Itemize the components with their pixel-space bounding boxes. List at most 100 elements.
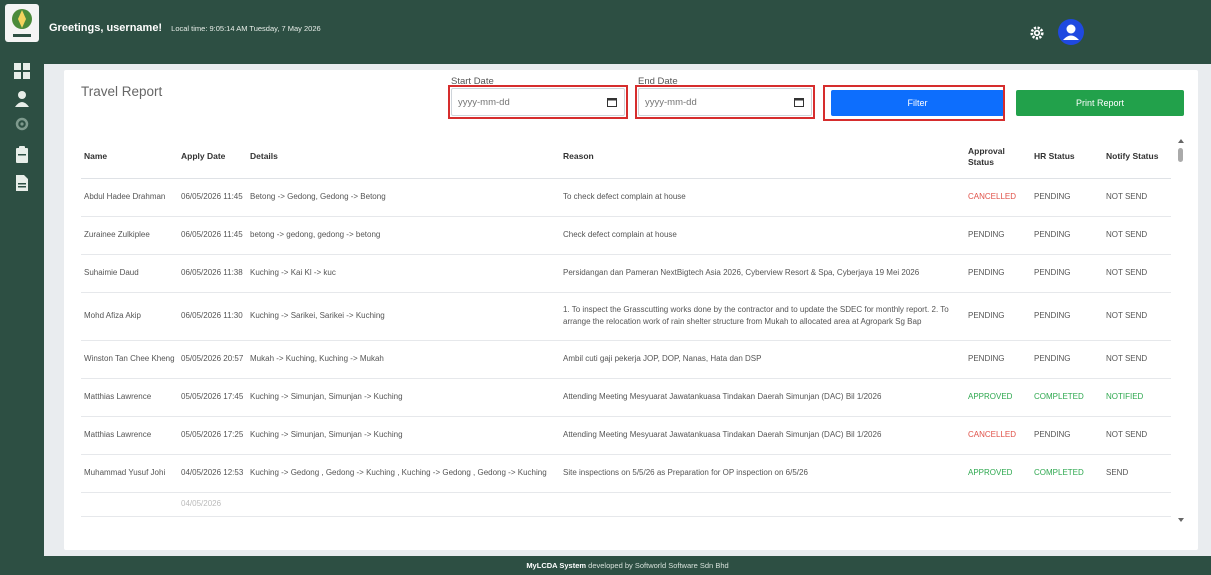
cell-name: Abdul Hadee Drahman [81, 178, 178, 217]
user-icon[interactable] [13, 90, 31, 108]
document-icon[interactable] [13, 174, 31, 192]
cell-hr-status: PENDING [1031, 216, 1103, 255]
sidebar [0, 0, 44, 575]
page-title: Travel Report [81, 84, 163, 99]
start-date-input[interactable] [458, 89, 598, 115]
cell-hr-status: COMPLETED [1031, 454, 1103, 493]
table-row[interactable]: Matthias Lawrence 05/05/2026 17:25 Kuchi… [81, 416, 1171, 455]
cell-notify-status: NOT SEND [1103, 340, 1171, 379]
cell-notify-status: NOT SEND [1103, 254, 1171, 293]
col-name[interactable]: Name [81, 136, 178, 179]
cell-name: Matthias Lawrence [81, 378, 178, 417]
cell-details: Betong -> Gedong, Gedong -> Betong [247, 178, 560, 217]
cell-name: Suhaimie Daud [81, 254, 178, 293]
cell-notify-status: NOT SEND [1103, 416, 1171, 455]
cell-hr-status: PENDING [1031, 292, 1103, 341]
cell-approval-status: CANCELLED [965, 178, 1031, 217]
cell-hr-status: PENDING [1031, 416, 1103, 455]
cell-name: Muhammad Yusuf Johi [81, 454, 178, 493]
col-notify-status[interactable]: Notify Status [1103, 136, 1171, 179]
cell-date: 06/05/2026 11:38 [178, 254, 247, 293]
cell-approval-status: CANCELLED [965, 416, 1031, 455]
cell-name: Winston Tan Chee Kheng [81, 340, 178, 379]
travel-table-container[interactable]: Name Apply Date Details Reason Approval … [81, 136, 1171, 544]
cell-date: 05/05/2026 17:25 [178, 416, 247, 455]
cell-hr-status: PENDING [1031, 178, 1103, 217]
filter-button[interactable]: Filter [831, 90, 1004, 116]
cell-reason [560, 492, 965, 517]
table-row[interactable]: Matthias Lawrence 05/05/2026 17:45 Kuchi… [81, 378, 1171, 417]
cell-name: Mohd Afiza Akip [81, 292, 178, 341]
print-report-button[interactable]: Print Report [1016, 90, 1184, 116]
scrollbar-thumb[interactable] [1178, 148, 1183, 162]
cell-details: betong -> gedong, gedong -> betong [247, 216, 560, 255]
scroll-up-arrow-icon[interactable] [1178, 139, 1184, 143]
cell-reason: To check defect complain at house [560, 178, 965, 217]
cell-reason: Ambil cuti gaji pekerja JOP, DOP, Nanas,… [560, 340, 965, 379]
cell-notify-status [1103, 492, 1171, 517]
avatar[interactable] [1058, 19, 1084, 45]
travel-report-card: Travel Report Start Date End Date Filter… [64, 70, 1198, 550]
scroll-down-arrow-icon[interactable] [1178, 518, 1184, 522]
local-time: Local time: 9:05:14 AM Tuesday, 7 May 20… [171, 24, 321, 33]
col-details[interactable]: Details [247, 136, 560, 179]
cell-details: Kuching -> Kai Kl -> kuc [247, 254, 560, 293]
table-header: Name Apply Date Details Reason Approval … [81, 136, 1171, 179]
col-hr-status[interactable]: HR Status [1031, 136, 1103, 179]
cell-hr-status: PENDING [1031, 254, 1103, 293]
start-date-field[interactable] [451, 88, 625, 116]
footer-credit: developed by Softworld Software Sdn Bhd [588, 561, 729, 570]
cell-approval-status: PENDING [965, 340, 1031, 379]
end-date-label: End Date [638, 76, 678, 87]
cell-reason: Attending Meeting Mesyuarat Jawatankuasa… [560, 378, 965, 417]
table-row[interactable]: Abdul Hadee Drahman 06/05/2026 11:45 Bet… [81, 178, 1171, 217]
cell-date: 05/05/2026 20:57 [178, 340, 247, 379]
cell-approval-status: PENDING [965, 292, 1031, 341]
table-row[interactable]: Zurainee Zulkiplee 06/05/2026 11:45 beto… [81, 216, 1171, 255]
footer-system-name: MyLCDA System [526, 561, 587, 570]
cell-details: Mukah -> Kuching, Kuching -> Mukah [247, 340, 560, 379]
top-bar: Greetings, username! Local time: 9:05:14… [44, 0, 1211, 64]
cell-name: Matthias Lawrence [81, 416, 178, 455]
cell-notify-status: NOT SEND [1103, 216, 1171, 255]
end-date-field[interactable] [638, 88, 812, 116]
lcda-logo[interactable] [5, 4, 39, 42]
cell-notify-status: NOT SEND [1103, 178, 1171, 217]
table-row[interactable]: Muhammad Yusuf Johi 04/05/2026 12:53 Kuc… [81, 454, 1171, 493]
table-row[interactable]: Winston Tan Chee Kheng 05/05/2026 20:57 … [81, 340, 1171, 379]
cell-details: Kuching -> Simunjan, Simunjan -> Kuching [247, 378, 560, 417]
dashboard-icon[interactable] [13, 62, 31, 80]
start-date-label: Start Date [451, 76, 494, 87]
footer: MyLCDA System developed by Softworld Sof… [44, 556, 1211, 575]
cell-details: Kuching -> Simunjan, Simunjan -> Kuching [247, 416, 560, 455]
calendar-icon[interactable] [794, 97, 804, 107]
table-row[interactable]: Mohd Afiza Akip 06/05/2026 11:30 Kuching… [81, 292, 1171, 341]
cell-approval-status: PENDING [965, 254, 1031, 293]
cell-details [247, 492, 560, 517]
settings-icon[interactable] [13, 115, 31, 133]
gear-icon[interactable] [1030, 26, 1044, 40]
table-row[interactable]: 04/05/2026 [81, 492, 1171, 517]
cell-name [81, 492, 178, 517]
greeting: Greetings, username! [49, 22, 163, 34]
report-icon[interactable] [13, 146, 31, 164]
cell-date: 04/05/2026 [178, 492, 247, 517]
cell-reason: Site inspections on 5/5/26 as Preparatio… [560, 454, 965, 493]
cell-hr-status: COMPLETED [1031, 378, 1103, 417]
cell-date: 05/05/2026 17:45 [178, 378, 247, 417]
cell-approval-status: APPROVED [965, 454, 1031, 493]
end-date-input[interactable] [645, 89, 785, 115]
table-scrollbar[interactable] [1174, 136, 1188, 544]
table-row[interactable]: Suhaimie Daud 06/05/2026 11:38 Kuching -… [81, 254, 1171, 293]
cell-approval-status [965, 492, 1031, 517]
cell-notify-status: SEND [1103, 454, 1171, 493]
cell-date: 06/05/2026 11:45 [178, 216, 247, 255]
travel-table: Name Apply Date Details Reason Approval … [81, 136, 1171, 517]
col-apply-date[interactable]: Apply Date [178, 136, 247, 179]
cell-date: 06/05/2026 11:45 [178, 178, 247, 217]
cell-reason: 1. To inspect the Grasscutting works don… [560, 292, 965, 341]
calendar-icon[interactable] [607, 97, 617, 107]
col-approval-status[interactable]: Approval Status [965, 136, 1031, 179]
cell-date: 06/05/2026 11:30 [178, 292, 247, 341]
col-reason[interactable]: Reason [560, 136, 965, 179]
